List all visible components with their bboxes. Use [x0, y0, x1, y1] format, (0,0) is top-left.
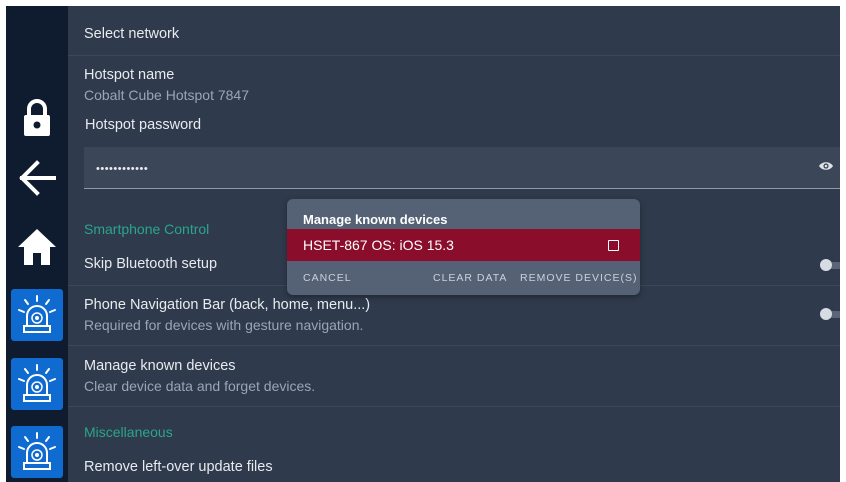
manage-devices-dialog: Manage known devices HSET-867 OS: iOS 15… [287, 199, 640, 295]
hotspot-name-label: Hotspot name [84, 67, 175, 83]
siren-button-2[interactable] [11, 358, 63, 410]
home-icon [18, 229, 56, 265]
eye-icon[interactable] [818, 160, 834, 172]
siren-button-3[interactable] [11, 426, 63, 478]
divider [68, 406, 840, 407]
checkbox-icon[interactable] [608, 240, 619, 251]
divider [68, 345, 840, 346]
siren-button-1[interactable] [11, 289, 63, 341]
home-button[interactable] [11, 221, 63, 273]
clear-data-button[interactable]: CLEAR DATA [433, 272, 507, 284]
manage-devices-description: Clear device data and forget devices. [84, 378, 316, 394]
siren-icon [18, 364, 56, 402]
back-arrow-icon [19, 160, 56, 196]
hotspot-name-value: Cobalt Cube Hotspot 7847 [84, 87, 249, 103]
hotspot-password-label: Hotspot password [85, 117, 202, 133]
back-button[interactable] [11, 152, 63, 204]
toggle-knob [820, 259, 832, 271]
sidebar [6, 6, 68, 482]
app-window: Select network Hotspot name Cobalt Cube … [6, 6, 840, 482]
device-list-item[interactable]: HSET-867 OS: iOS 15.3 [287, 229, 640, 261]
siren-icon [18, 295, 56, 333]
hotspot-password-field[interactable]: •••••••••••• [84, 147, 840, 189]
skip-bluetooth-toggle[interactable] [820, 259, 840, 271]
manage-devices-item[interactable]: Manage known devices [84, 358, 236, 374]
phone-nav-bar-description: Required for devices with gesture naviga… [84, 317, 364, 333]
phone-nav-bar-label: Phone Navigation Bar (back, home, menu..… [84, 297, 371, 313]
dialog-title: Manage known devices [303, 212, 448, 227]
divider [68, 55, 840, 56]
lock-button[interactable] [11, 92, 63, 144]
miscellaneous-header: Miscellaneous [84, 424, 173, 440]
phone-nav-bar-toggle[interactable] [820, 308, 840, 320]
remove-update-files-item[interactable]: Remove left-over update files [84, 459, 273, 475]
lock-icon [24, 99, 50, 136]
device-name: HSET-867 OS: iOS 15.3 [303, 237, 454, 253]
password-value: •••••••••••• [96, 163, 149, 175]
toggle-knob [820, 308, 832, 320]
remove-devices-button[interactable]: REMOVE DEVICE(S) [520, 272, 638, 284]
siren-icon [18, 432, 56, 470]
select-network-item[interactable]: Select network [84, 26, 179, 42]
cancel-button[interactable]: CANCEL [303, 272, 352, 284]
smartphone-control-header: Smartphone Control [84, 221, 210, 237]
skip-bluetooth-label: Skip Bluetooth setup [84, 256, 218, 272]
